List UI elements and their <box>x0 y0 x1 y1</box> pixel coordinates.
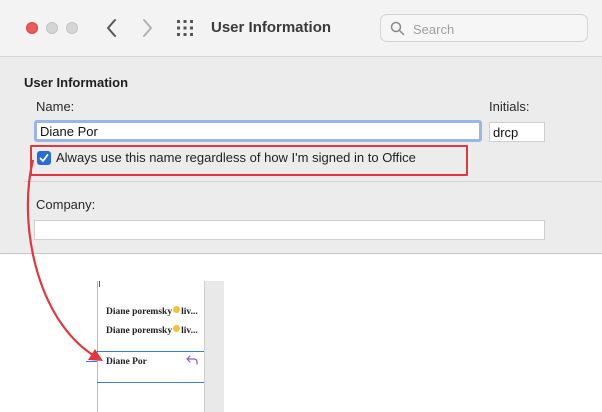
comment-author-suffix: liv... <box>181 307 198 317</box>
section-divider <box>24 181 602 182</box>
comment-author-name: Diane poremsky <box>106 326 173 336</box>
document-comments-pane: Diane poremsky liv... Diane poremsky liv..… <box>86 281 224 412</box>
margin-line <box>97 281 98 412</box>
name-field[interactable] <box>34 120 482 142</box>
search-input[interactable] <box>411 19 585 39</box>
user-information-window: User Information User Information Name: … <box>0 0 602 254</box>
chevron-right-icon <box>143 19 152 37</box>
title-bar: User Information <box>0 0 602 57</box>
search-icon <box>390 21 405 36</box>
comment-author-entry[interactable]: Diane poremsky liv... <box>106 325 198 336</box>
scroll-pane[interactable] <box>204 281 224 412</box>
current-comment-author[interactable]: Diane Por <box>106 357 147 367</box>
initials-label: Initials: <box>489 99 530 114</box>
comment-author-suffix: liv... <box>181 326 198 336</box>
company-field[interactable] <box>34 220 545 240</box>
chevron-left-icon <box>107 19 116 37</box>
text-cursor-mark <box>99 281 100 287</box>
search-box[interactable] <box>380 14 588 42</box>
name-input[interactable] <box>37 123 479 140</box>
comment-bottom-border <box>97 382 204 383</box>
comment-anchor-line <box>86 361 97 362</box>
company-label: Company: <box>36 197 96 212</box>
window-title: User Information <box>211 19 332 36</box>
comment-author-entry[interactable]: Diane poremsky liv... <box>106 306 198 317</box>
initials-input[interactable] <box>490 123 544 141</box>
forward-button[interactable] <box>136 15 158 41</box>
initials-field[interactable] <box>489 122 545 142</box>
emoji-icon <box>173 306 181 313</box>
minimize-window-button[interactable] <box>46 22 58 34</box>
annotation-highlight-box <box>30 145 468 176</box>
show-all-button[interactable] <box>174 17 196 39</box>
comment-top-border <box>97 351 204 352</box>
back-button[interactable] <box>101 15 123 41</box>
emoji-icon <box>173 325 181 332</box>
reply-icon[interactable] <box>186 355 198 365</box>
comment-author-name: Diane poremsky <box>106 307 173 317</box>
grid-icon <box>177 20 193 36</box>
name-label: Name: <box>36 99 75 114</box>
close-window-button[interactable] <box>26 22 38 34</box>
cut-off-label <box>36 245 116 253</box>
section-title: User Information <box>24 75 129 90</box>
company-input[interactable] <box>35 221 544 239</box>
zoom-window-button[interactable] <box>66 22 78 34</box>
